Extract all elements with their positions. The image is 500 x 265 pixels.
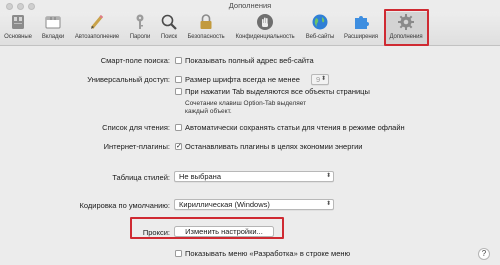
- stepper-icon: ⬍: [320, 76, 326, 82]
- tab-websites[interactable]: Веб-сайты: [300, 12, 340, 46]
- search-icon: [161, 14, 177, 30]
- stylesheet-label: Таблица стилей:: [112, 173, 170, 182]
- reading-list-label: Список для чтения:: [102, 123, 170, 132]
- option-tab-hint-line2: каждый объект.: [185, 108, 232, 115]
- tab-passwords[interactable]: Пароли: [124, 12, 156, 46]
- tab-security[interactable]: Безопасность: [182, 12, 230, 46]
- default-encoding-label: Кодировка по умолчанию:: [79, 201, 170, 210]
- tab-tabs[interactable]: Вкладки: [36, 12, 70, 46]
- show-develop-menu-checkbox[interactable]: [175, 250, 182, 257]
- help-button[interactable]: ?: [478, 248, 490, 260]
- tab-privacy[interactable]: Конфиденциальность: [230, 12, 300, 46]
- lock-icon: [200, 14, 212, 29]
- preferences-toolbar: Основные Вкладки Автозаполнение Пароли П…: [0, 9, 500, 46]
- close-window-button[interactable]: [6, 3, 13, 10]
- stylesheet-select[interactable]: Не выбрана ⬍: [174, 171, 334, 182]
- chevron-updown-icon: ⬍: [325, 201, 331, 207]
- accessibility-label: Универсальный доступ:: [87, 75, 170, 84]
- save-articles-offline-label: Автоматически сохранять статьи для чтени…: [185, 123, 405, 132]
- min-font-size-label: Размер шрифта всегда не менее: [185, 75, 300, 84]
- preferences-window: Дополнения Основные Вкладки Автозаполнен…: [0, 0, 500, 265]
- tab-search[interactable]: Поиск: [156, 12, 182, 46]
- min-font-size-value: 9: [316, 75, 321, 84]
- key-icon: [136, 14, 144, 29]
- globe-icon: [312, 14, 328, 30]
- show-develop-menu-label: Показывать меню «Разработка» в строке ме…: [185, 249, 351, 258]
- window-title: Дополнения: [228, 1, 272, 10]
- min-font-size-select[interactable]: 9 ⬍: [311, 74, 329, 85]
- stylesheet-value: Не выбрана: [179, 172, 221, 181]
- show-full-address-label: Показывать полный адрес веб-сайта: [185, 56, 314, 65]
- highlight-proxies: [130, 217, 284, 239]
- stop-plugins-checkbox[interactable]: [175, 142, 182, 150]
- chevron-updown-icon: ⬍: [325, 173, 331, 179]
- default-encoding-value: Кириллическая (Windows): [179, 200, 270, 209]
- stop-plugins-label: Останавливать плагины в целях экономии э…: [185, 142, 363, 151]
- tab-general[interactable]: Основные: [0, 12, 36, 46]
- tab-extensions[interactable]: Расширения: [340, 12, 382, 46]
- default-encoding-select[interactable]: Кириллическая (Windows) ⬍: [174, 199, 334, 210]
- minimize-window-button[interactable]: [17, 3, 24, 10]
- show-full-address-checkbox[interactable]: [175, 57, 182, 64]
- tabs-icon: [45, 16, 61, 29]
- highlight-advanced-tab: [384, 9, 429, 46]
- advanced-pane: Смарт-поле поиска: Показывать полный адр…: [0, 47, 500, 265]
- tab-highlight-checkbox[interactable]: [175, 88, 182, 95]
- smart-search-label: Смарт-поле поиска:: [100, 56, 170, 65]
- save-articles-offline-checkbox[interactable]: [175, 124, 182, 131]
- pencil-icon: [90, 14, 104, 29]
- tab-autofill[interactable]: Автозаполнение: [70, 12, 124, 46]
- min-font-size-checkbox[interactable]: [175, 76, 182, 83]
- internet-plugins-label: Интернет-плагины:: [103, 142, 170, 151]
- switch-icon: [12, 15, 24, 29]
- puzzle-icon: [355, 16, 369, 29]
- zoom-window-button[interactable]: [28, 3, 35, 10]
- tab-highlight-label: При нажатии Tab выделяются все объекты с…: [185, 87, 370, 96]
- hand-icon: [257, 14, 273, 30]
